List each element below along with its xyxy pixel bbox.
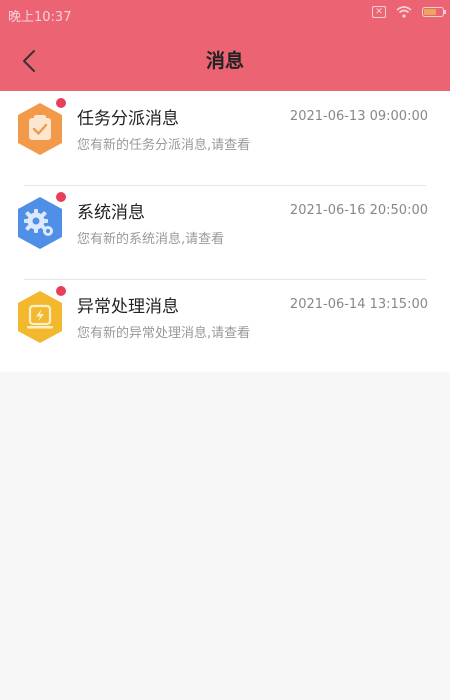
battery-fill — [424, 9, 436, 15]
message-item-exception[interactable]: 异常处理消息 2021-06-14 13:15:00 您有新的异常处理消息,请查… — [0, 279, 450, 373]
page-title: 消息 — [205, 50, 244, 72]
status-bar: 晚上10:37 ✕ — [0, 0, 450, 28]
unread-badge — [56, 286, 66, 296]
message-item-task[interactable]: 任务分派消息 2021-06-13 09:00:00 您有新的任务分派消息,请查… — [0, 91, 450, 185]
gear-icon — [18, 197, 62, 249]
system-icon-wrap — [12, 192, 68, 251]
message-title: 异常处理消息 — [77, 297, 179, 317]
status-icons: ✕ — [372, 6, 446, 18]
message-title: 系统消息 — [77, 203, 145, 223]
battery-icon — [422, 7, 446, 17]
divider — [24, 185, 426, 186]
message-item-system[interactable]: 系统消息 2021-06-16 20:50:00 您有新的系统消息,请查看 — [0, 185, 450, 279]
clipboard-check-icon — [18, 103, 62, 155]
wifi-icon — [396, 6, 412, 18]
message-time: 2021-06-13 09:00:00 — [289, 109, 428, 124]
message-desc: 您有新的任务分派消息,请查看 — [77, 138, 251, 153]
task-icon-wrap — [12, 98, 68, 157]
message-time: 2021-06-14 13:15:00 — [289, 297, 428, 312]
lightning-box-icon — [18, 291, 62, 343]
header-bar: 晚上10:37 ✕ 消息 — [0, 0, 450, 91]
unread-badge — [56, 98, 66, 108]
message-desc: 您有新的系统消息,请查看 — [77, 232, 225, 247]
unread-badge — [56, 192, 66, 202]
message-time: 2021-06-16 20:50:00 — [289, 203, 428, 218]
sim-icon: ✕ — [372, 6, 386, 18]
status-time: 晚上10:37 — [8, 10, 72, 25]
message-list: 任务分派消息 2021-06-13 09:00:00 您有新的任务分派消息,请查… — [0, 91, 450, 372]
message-desc: 您有新的异常处理消息,请查看 — [77, 326, 251, 341]
divider — [24, 279, 426, 280]
exception-icon-wrap — [12, 286, 68, 345]
message-title: 任务分派消息 — [77, 109, 179, 129]
